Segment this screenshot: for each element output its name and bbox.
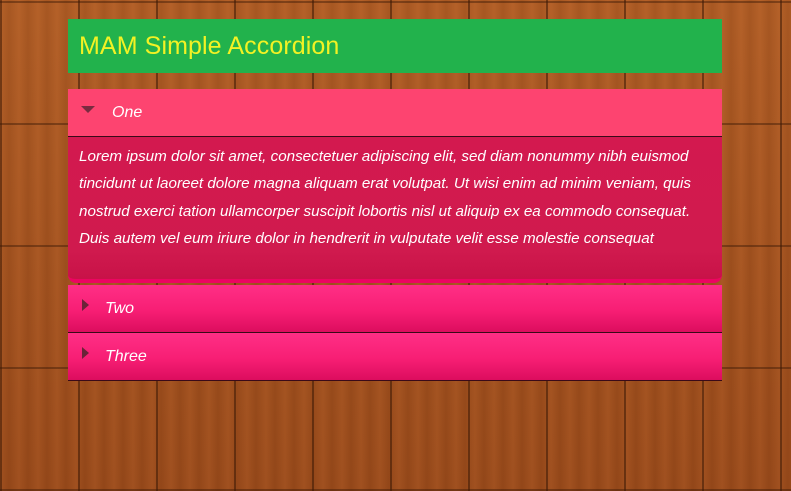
- accordion-item-label: Three: [105, 347, 147, 365]
- page-title: MAM Simple Accordion: [79, 31, 340, 60]
- caret-right-icon: [82, 298, 89, 311]
- accordion-item-label: Two: [105, 299, 135, 317]
- accordion: MAM Simple Accordion One Lorem ipsum dol…: [68, 19, 722, 381]
- caret-down-icon: [81, 106, 95, 113]
- accordion-item-one[interactable]: One: [68, 89, 722, 137]
- accordion-item-label: One: [112, 103, 143, 121]
- accordion-item-three[interactable]: Three: [68, 333, 722, 381]
- caret-right-icon: [82, 346, 89, 359]
- accordion-panel-content: Lorem ipsum dolor sit amet, consectetuer…: [68, 137, 722, 283]
- accordion-header: MAM Simple Accordion: [68, 19, 722, 73]
- accordion-item-two[interactable]: Two: [68, 285, 722, 333]
